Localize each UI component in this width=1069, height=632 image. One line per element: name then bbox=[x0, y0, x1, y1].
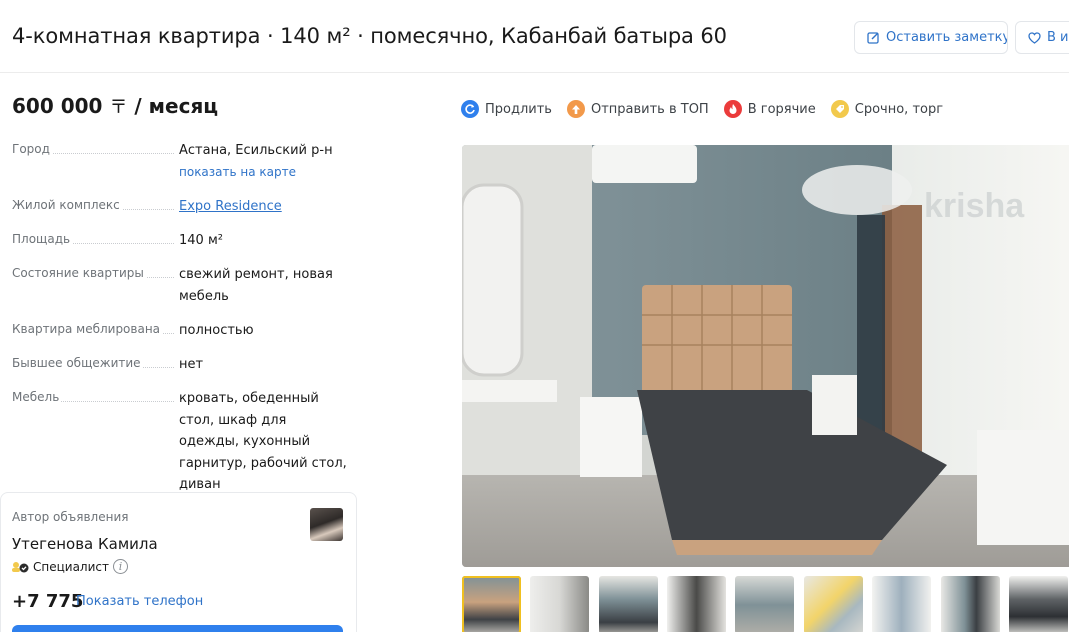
send-top-label: Отправить в ТОП bbox=[590, 101, 709, 117]
param-value: свежий ремонт, новая мебель bbox=[179, 267, 333, 304]
send-top-action[interactable]: Отправить в ТОП bbox=[566, 100, 709, 118]
price: 600 000 〒 / месяц bbox=[12, 93, 218, 119]
specialist-badge-icon bbox=[12, 561, 29, 572]
heart-icon bbox=[1028, 31, 1041, 44]
param-label: Бывшее общежитие bbox=[12, 356, 174, 370]
urgent-label: Срочно, торг bbox=[854, 101, 944, 117]
show-on-map-link[interactable]: показать на карте bbox=[179, 162, 349, 184]
param-label: Жилой комплекс bbox=[12, 198, 174, 212]
author-caption: Автор объявления bbox=[12, 510, 129, 524]
arrow-up-icon bbox=[566, 100, 585, 118]
param-label: Город bbox=[12, 142, 174, 156]
thumbnail-strip bbox=[462, 576, 1069, 632]
price-amount: 600 000 bbox=[12, 94, 103, 118]
extend-label: Продлить bbox=[485, 101, 552, 117]
author-card: Автор объявления Утегенова Камила Специа… bbox=[0, 492, 357, 632]
thumbnail[interactable] bbox=[804, 576, 863, 632]
page-header: 4-комнатная квартира · 140 м² · помесячн… bbox=[0, 0, 1069, 73]
thumbnail[interactable] bbox=[530, 576, 589, 632]
contact-button[interactable] bbox=[12, 625, 343, 632]
leave-note-button[interactable]: Оставить заметку bbox=[854, 21, 1008, 54]
param-value: нет bbox=[179, 357, 204, 372]
thumbnail[interactable] bbox=[735, 576, 794, 632]
thumbnail[interactable] bbox=[872, 576, 931, 632]
fire-icon bbox=[723, 100, 742, 118]
param-value: 140 м² bbox=[179, 233, 223, 248]
urgent-action[interactable]: Срочно, торг bbox=[830, 100, 944, 118]
param-label: Площадь bbox=[12, 232, 174, 246]
param-value: кровать, обеденный стол, шкаф для одежды… bbox=[179, 391, 347, 492]
refresh-icon bbox=[461, 100, 479, 118]
author-role: Специалист i bbox=[12, 559, 128, 574]
thumbnail[interactable] bbox=[462, 576, 521, 632]
thumbnail[interactable] bbox=[667, 576, 726, 632]
show-phone-link[interactable]: Показать телефон bbox=[76, 594, 203, 609]
param-label: Мебель bbox=[12, 390, 174, 404]
param-label: Квартира меблирована bbox=[12, 322, 174, 336]
hot-action[interactable]: В горячие bbox=[723, 100, 816, 118]
thumbnail[interactable] bbox=[599, 576, 658, 632]
thumbnail[interactable] bbox=[1009, 576, 1068, 632]
favorite-button[interactable]: В из bbox=[1015, 21, 1069, 54]
param-label: Состояние квартиры bbox=[12, 266, 174, 280]
price-period: / месяц bbox=[134, 94, 219, 118]
city-value: Астана, Есильский р-н bbox=[179, 143, 333, 158]
tag-icon bbox=[830, 100, 849, 118]
author-role-label: Специалист bbox=[33, 559, 109, 574]
param-value: Expo Residence bbox=[179, 196, 349, 218]
phone-number: +7 775 bbox=[12, 591, 84, 612]
listing-actions: Продлить Отправить в ТОП В горячие Срочн… bbox=[461, 98, 958, 120]
favorite-label: В из bbox=[1047, 30, 1069, 45]
leave-note-label: Оставить заметку bbox=[886, 30, 1008, 45]
main-photo[interactable]: krisha bbox=[462, 145, 1069, 567]
complex-link[interactable]: Expo Residence bbox=[179, 199, 282, 214]
hot-label: В горячие bbox=[747, 101, 816, 117]
edit-note-icon bbox=[867, 32, 879, 44]
param-value: полностью bbox=[179, 323, 254, 338]
avatar[interactable] bbox=[310, 508, 343, 541]
info-icon[interactable]: i bbox=[112, 559, 128, 574]
page-title: 4-комнатная квартира · 140 м² · помесячн… bbox=[12, 24, 727, 48]
thumbnail[interactable] bbox=[941, 576, 1000, 632]
author-name[interactable]: Утегенова Камила bbox=[12, 535, 158, 553]
bedroom-photo: krisha bbox=[462, 145, 1069, 567]
extend-action[interactable]: Продлить bbox=[461, 100, 552, 118]
watermark-text: krisha bbox=[924, 187, 1025, 225]
currency-sign: 〒 bbox=[109, 97, 128, 118]
param-value: Астана, Есильский р-н показать на карте bbox=[179, 140, 349, 183]
